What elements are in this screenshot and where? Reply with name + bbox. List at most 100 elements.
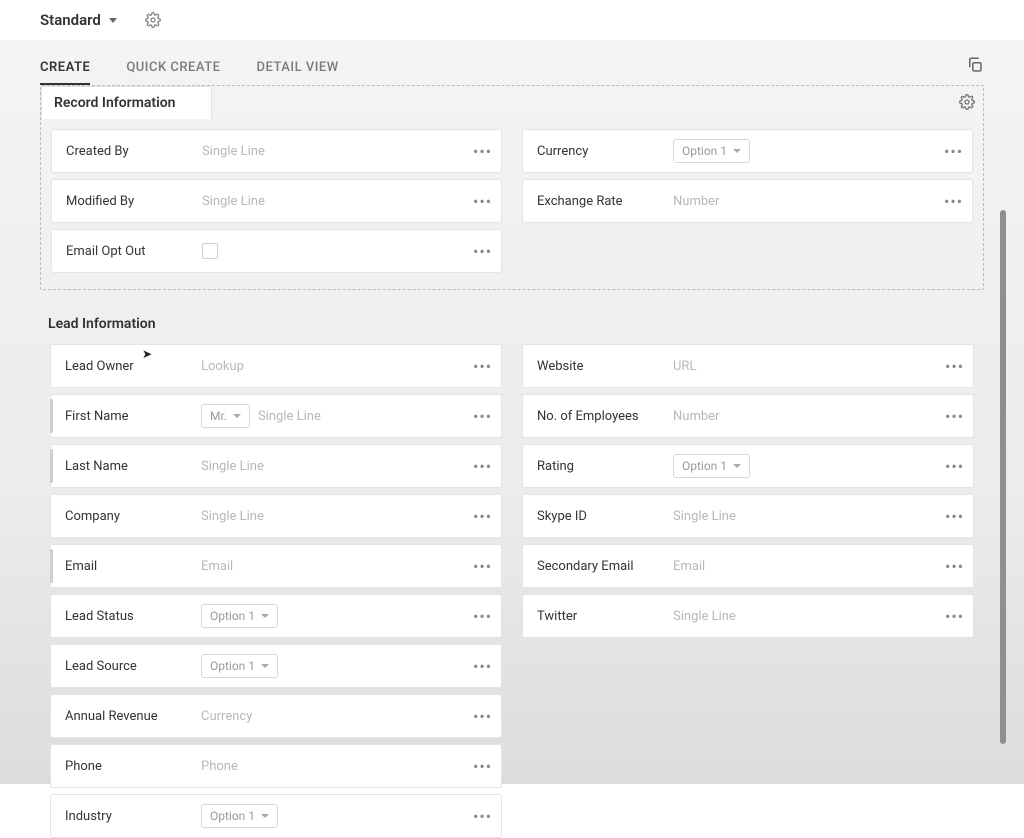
gear-icon[interactable] [145,12,161,28]
more-icon[interactable]: ••• [473,192,501,211]
chevron-down-icon [733,149,741,153]
section-record-information: Record Information Created BySingle Line… [40,85,984,290]
tab-detail-view[interactable]: DETAIL VIEW [257,60,339,85]
more-icon[interactable]: ••• [945,607,973,626]
layout-selector[interactable]: Standard [40,11,117,29]
field-input[interactable]: Email [673,559,945,574]
more-icon[interactable]: ••• [945,457,973,476]
gear-icon[interactable] [959,94,975,110]
field-label: Lead Status [51,609,201,624]
placeholder: Single Line [673,509,736,524]
field-no-of-employees[interactable]: No. of EmployeesNumber••• [522,394,974,438]
field-label: Modified By [52,194,202,209]
field-label: Twitter [523,609,673,624]
more-icon[interactable]: ••• [473,757,501,776]
field-input[interactable]: Single Line [201,509,473,524]
more-icon[interactable]: ••• [945,557,973,576]
field-secondary-email[interactable]: Secondary EmailEmail••• [522,544,974,588]
field-currency[interactable]: CurrencyOption 1 ••• [522,129,973,173]
field-lead-status[interactable]: Lead StatusOption 1 ••• [50,594,502,638]
field-input[interactable]: Email [201,559,473,574]
salutation-select[interactable]: Mr. [201,404,250,428]
checkbox[interactable] [202,243,218,259]
field-input[interactable]: Option 1 [201,654,473,678]
field-last-name[interactable]: Last NameSingle Line••• [50,444,502,488]
field-input[interactable]: Phone [201,759,473,774]
more-icon[interactable]: ••• [945,407,973,426]
field-input[interactable]: Single Line [673,509,945,524]
option-label: Option 1 [210,809,255,823]
more-icon[interactable]: ••• [473,357,501,376]
field-modified-by[interactable]: Modified BySingle Line••• [51,179,502,223]
option-select[interactable]: Option 1 [201,604,278,628]
option-select[interactable]: Option 1 [201,654,278,678]
scrollbar[interactable] [1000,210,1006,744]
more-icon[interactable]: ••• [473,607,501,626]
field-input[interactable]: Option 1 [673,454,945,478]
field-label: Currency [523,144,673,159]
field-input[interactable]: Number [673,409,945,424]
field-created-by[interactable]: Created BySingle Line••• [51,129,502,173]
field-industry[interactable]: Industry Option 1 ••• [50,794,502,838]
field-first-name[interactable]: First NameMr.Single Line••• [50,394,502,438]
more-icon[interactable]: ••• [473,507,501,526]
section-title: Record Information [41,86,212,119]
tab-create[interactable]: CREATE [40,60,90,85]
section-title: Lead Information [48,316,984,332]
field-input[interactable]: Single Line [202,144,473,159]
more-icon[interactable]: ••• [944,142,972,161]
field-label: Industry [51,809,201,824]
placeholder: Single Line [202,144,265,159]
more-icon[interactable]: ••• [473,657,501,676]
field-input[interactable]: Mr. Single Line [201,404,473,428]
main-area: CREATE QUICK CREATE DETAIL VIEW Record Inf… [0,40,1024,784]
field-label: Last Name [51,459,201,474]
placeholder: Single Line [258,409,321,424]
more-icon[interactable]: ••• [473,407,501,426]
more-icon[interactable]: ••• [473,807,501,826]
field-company[interactable]: CompanySingle Line••• [50,494,502,538]
more-icon[interactable]: ••• [944,192,972,211]
more-icon[interactable]: ••• [945,507,973,526]
field-input[interactable]: Lookup [201,359,473,374]
field-email-opt-out[interactable]: Email Opt Out••• [51,229,502,273]
field-input[interactable]: Number [673,194,944,209]
field-input[interactable] [202,243,473,259]
tab-quick-create[interactable]: QUICK CREATE [126,60,220,85]
more-icon[interactable]: ••• [945,357,973,376]
field-lead-owner[interactable]: Lead OwnerLookup ••• [50,344,502,388]
field-website[interactable]: WebsiteURL••• [522,344,974,388]
placeholder: Currency [201,709,252,724]
more-icon[interactable]: ••• [473,142,501,161]
more-icon[interactable]: ••• [473,242,501,261]
field-annual-revenue[interactable]: Annual RevenueCurrency••• [50,694,502,738]
field-skype-id[interactable]: Skype IDSingle Line ••• [522,494,974,538]
placeholder: Email [673,559,705,574]
field-lead-source[interactable]: Lead SourceOption 1••• [50,644,502,688]
field-label: Skype ID [523,509,673,524]
field-input[interactable]: Option 1 [201,604,473,628]
field-label: Lead Owner [51,359,201,374]
field-input[interactable]: Option 1 [673,139,944,163]
option-select[interactable]: Option 1 [673,454,750,478]
field-twitter[interactable]: TwitterSingle Line••• [522,594,974,638]
field-input[interactable]: Option 1 [201,804,473,828]
field-phone[interactable]: PhonePhone••• [50,744,502,788]
copy-icon[interactable] [966,56,984,74]
field-input[interactable]: Single Line [201,459,473,474]
field-exchange-rate[interactable]: Exchange RateNumber••• [522,179,973,223]
field-rating[interactable]: RatingOption 1••• [522,444,974,488]
option-label: Option 1 [682,459,727,473]
field-input[interactable]: Currency [201,709,473,724]
field-input[interactable]: Single Line [202,194,473,209]
placeholder: Lookup [201,359,244,374]
more-icon[interactable]: ••• [473,457,501,476]
field-input[interactable]: URL [673,359,945,374]
section-lead-information: Lead Information Lead OwnerLookup•••Webs… [40,316,984,838]
more-icon[interactable]: ••• [473,557,501,576]
field-email[interactable]: EmailEmail••• [50,544,502,588]
option-select[interactable]: Option 1 [201,804,278,828]
field-input[interactable]: Single Line [673,609,945,624]
option-select[interactable]: Option 1 [673,139,750,163]
more-icon[interactable]: ••• [473,707,501,726]
